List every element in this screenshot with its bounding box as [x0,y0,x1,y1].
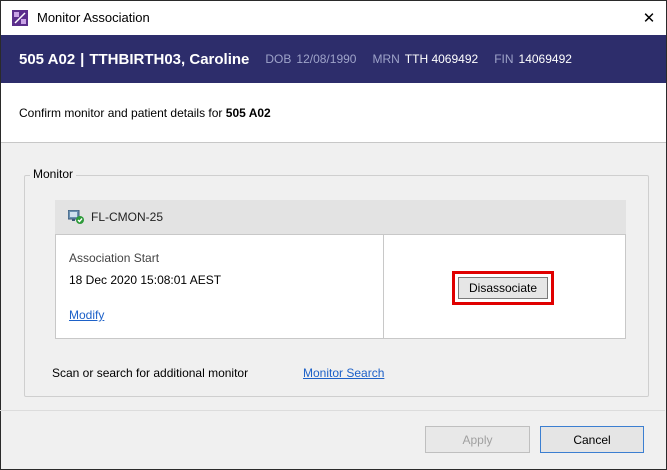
confirm-text: Confirm monitor and patient details for … [19,106,271,120]
confirm-bar: Confirm monitor and patient details for … [1,83,666,143]
modify-link[interactable]: Modify [69,308,104,322]
monitor-header: FL-CMON-25 [55,200,626,234]
monitor-check-icon [67,209,84,224]
footer-divider [0,410,665,411]
mrn-label: MRN [372,52,400,66]
confirm-prefix: Confirm monitor and patient details for [19,106,223,120]
dob-label: DOB [265,52,292,66]
monitor-group-legend: Monitor [30,167,77,181]
disassociate-highlight: Disassociate [452,271,554,305]
cancel-button[interactable]: Cancel [540,426,644,453]
disassociate-button[interactable]: Disassociate [458,277,548,299]
close-button[interactable]: ✕ [632,1,666,35]
mrn-value: TTH 4069492 [404,52,479,66]
apply-button[interactable]: Apply [425,426,530,453]
patient-banner: 505 A02 | TTHBIRTH03, Caroline DOB 12/08… [1,35,666,83]
fin-label: FIN [494,52,514,66]
monitor-search-link[interactable]: Monitor Search [303,366,384,380]
association-start-time: 18 Dec 2020 15:08:01 AEST [69,273,222,287]
confirm-room: 505 A02 [225,106,271,120]
window-title: Monitor Association [37,10,150,25]
association-start-label: Association Start [69,251,160,265]
dob-value: 12/08/1990 [296,52,357,66]
banner-room: 505 A02 [19,50,76,68]
title-bar: Monitor Association ✕ [1,1,666,35]
association-panel: Association Start 18 Dec 2020 15:08:01 A… [55,234,626,339]
monitor-name: FL-CMON-25 [91,210,164,224]
patient-name: TTHBIRTH03, Caroline [89,50,250,68]
association-divider [383,235,384,338]
close-icon: ✕ [642,10,656,27]
scan-text: Scan or search for additional monitor [52,366,249,380]
app-logo-icon [12,10,28,26]
fin-value: 14069492 [518,52,572,66]
banner-separator: | [80,50,85,68]
